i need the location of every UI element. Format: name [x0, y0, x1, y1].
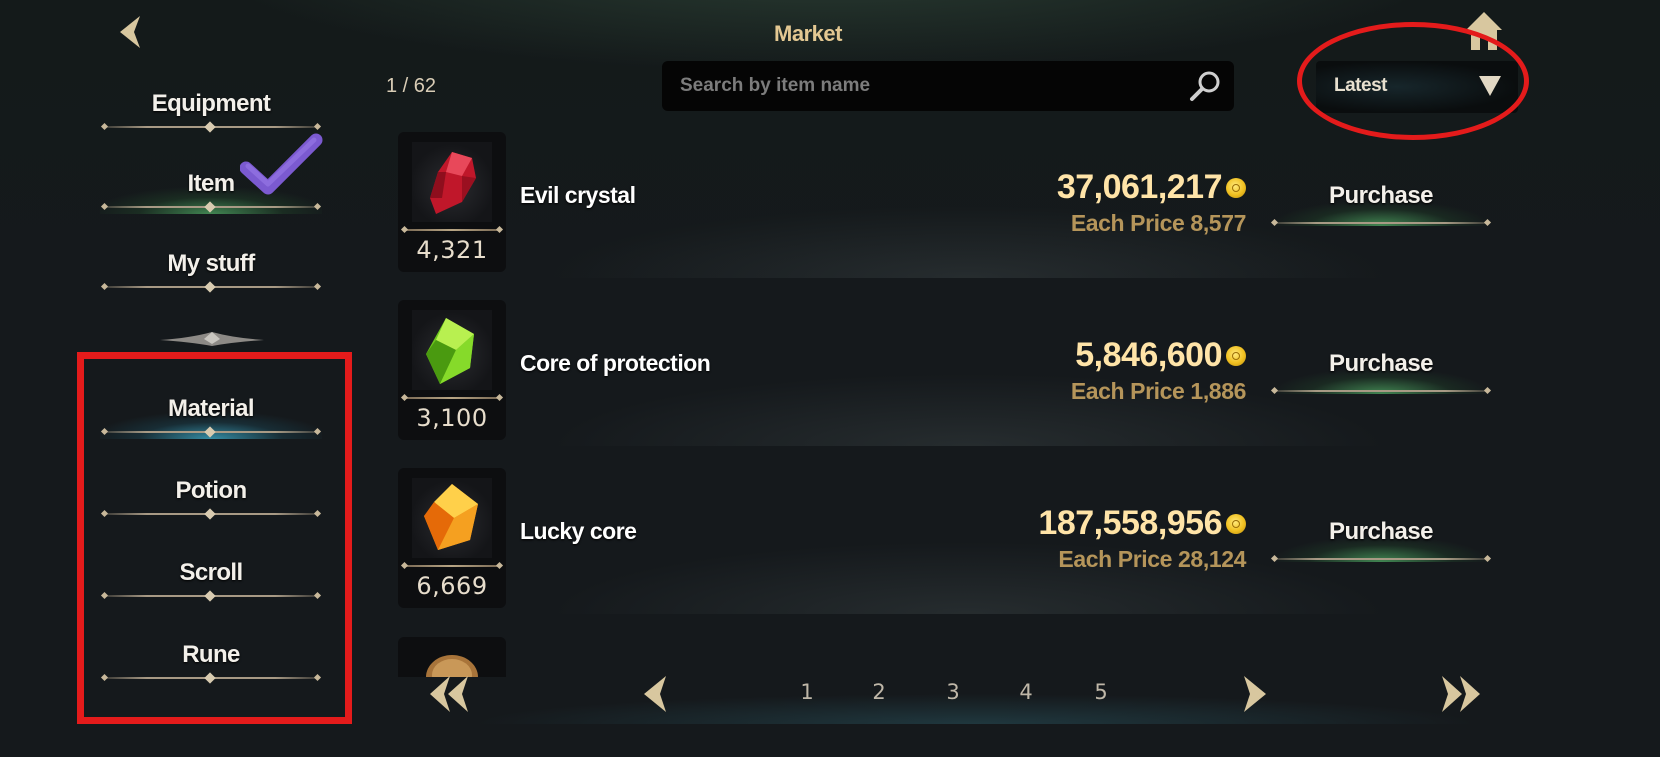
divider-knob — [204, 281, 216, 293]
sidebar-tab-label: My stuff — [167, 250, 255, 277]
each-price: Each Price 1,886 — [1070, 378, 1247, 404]
divider-knob — [204, 201, 216, 213]
item-quantity: 3,100 — [416, 404, 488, 432]
divider — [404, 565, 500, 567]
item-name: Lucky core — [520, 518, 637, 544]
divider — [404, 229, 500, 231]
purchase-button-label: Purchase — [1328, 518, 1434, 545]
page-number[interactable]: 2 — [864, 680, 894, 704]
gold-coin-icon — [1226, 346, 1246, 366]
item-name: Core of protection — [520, 350, 711, 376]
pagination-bar — [470, 668, 1480, 724]
double-chevron-left-icon — [430, 676, 468, 712]
listing-row: 6,669 Lucky core 187,558,956 Each Price … — [398, 468, 1538, 618]
item-name: Evil crystal — [520, 182, 636, 208]
purchase-button-label: Purchase — [1328, 350, 1434, 377]
search-icon[interactable] — [1188, 69, 1222, 103]
each-price: Each Price 28,124 — [1058, 546, 1246, 572]
divider — [1274, 222, 1488, 224]
listing-row: 4,321 Evil crystal 37,061,217 Each Price… — [398, 132, 1538, 282]
purchase-button-label: Purchase — [1328, 182, 1434, 209]
item-quantity: 6,669 — [416, 572, 488, 600]
page-number[interactable]: 1 — [792, 680, 822, 704]
page-number[interactable]: 5 — [1086, 680, 1116, 704]
chevron-left-icon — [644, 676, 666, 712]
first-page-button[interactable] — [424, 672, 474, 716]
sidebar-tab-label: Equipment — [151, 90, 271, 117]
each-price: Each Price 8,577 — [1070, 210, 1247, 236]
green-gem-icon — [412, 310, 492, 390]
next-page-button[interactable] — [1230, 672, 1280, 716]
divider-knob — [204, 121, 216, 133]
item-count: 1 / 62 — [386, 75, 437, 97]
page-number[interactable]: 4 — [1011, 680, 1041, 704]
sidebar-tab-my-stuff[interactable]: My stuff — [100, 236, 322, 294]
total-price: 5,846,600 — [1075, 336, 1222, 374]
divider — [404, 397, 500, 399]
divider — [1274, 390, 1488, 392]
annotation-rectangle — [77, 352, 352, 724]
orange-gem-icon — [412, 478, 492, 558]
annotation-ellipse — [1297, 22, 1529, 140]
prev-page-button[interactable] — [630, 672, 680, 716]
search-input[interactable] — [680, 61, 1160, 111]
divider — [1274, 558, 1488, 560]
total-price: 37,061,217 — [1056, 168, 1223, 206]
item-icon-frame[interactable]: 4,321 — [398, 132, 506, 272]
page-number[interactable]: 3 — [938, 680, 968, 704]
total-price: 187,558,956 — [1038, 504, 1222, 542]
listing-row: 3,100 Core of protection 5,846,600 Each … — [398, 300, 1538, 450]
double-chevron-right-icon — [1442, 676, 1480, 712]
gold-coin-icon — [1226, 178, 1246, 198]
item-icon-frame[interactable]: 3,100 — [398, 300, 506, 440]
chevron-right-icon — [1244, 676, 1266, 712]
item-quantity: 4,321 — [416, 236, 488, 264]
checkmark-icon — [239, 132, 324, 196]
ornament-divider — [160, 328, 264, 348]
purchase-button[interactable]: Purchase — [1274, 338, 1488, 394]
search-bar — [662, 61, 1234, 111]
red-crystal-icon — [412, 142, 492, 222]
sidebar-tab-equipment[interactable]: Equipment — [100, 76, 322, 134]
last-page-button[interactable] — [1436, 672, 1486, 716]
purchase-button[interactable]: Purchase — [1274, 170, 1488, 226]
purchase-button[interactable]: Purchase — [1274, 506, 1488, 562]
gold-coin-icon — [1226, 514, 1246, 534]
item-icon-frame[interactable]: 6,669 — [398, 468, 506, 608]
